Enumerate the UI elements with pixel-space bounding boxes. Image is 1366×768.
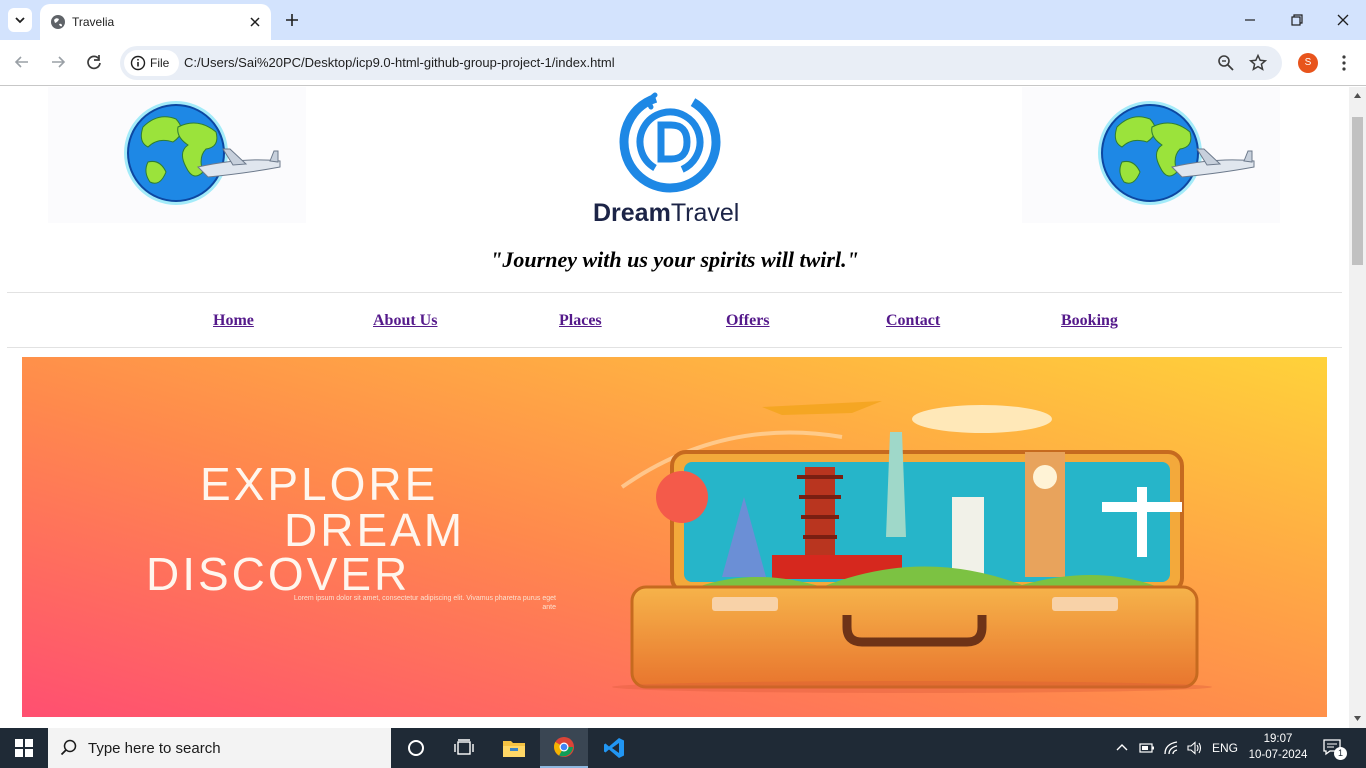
bookmark-star-icon[interactable]	[1248, 53, 1268, 73]
globe-icon	[124, 101, 281, 205]
nav-link-home[interactable]: Home	[213, 312, 254, 330]
reload-icon[interactable]	[84, 52, 104, 72]
tagline: "Journey with us your spirits will twirl…	[490, 247, 859, 272]
address-bar[interactable]: File C:/Users/Sai%20PC/Desktop/icp9.0-ht…	[120, 46, 1282, 80]
new-tab-plus-icon[interactable]	[282, 10, 302, 30]
chrome-taskbar-button[interactable]	[540, 728, 588, 768]
tab-search-button[interactable]	[8, 8, 32, 32]
nav-link-booking[interactable]: Booking	[1061, 312, 1118, 330]
close-tab-icon[interactable]	[247, 14, 263, 30]
vscode-taskbar-button[interactable]	[590, 728, 638, 768]
taskbar-search-box[interactable]: Type here to search	[48, 728, 391, 768]
banner-line-discover: DISCOVER	[146, 548, 411, 600]
zoom-icon[interactable]	[1216, 53, 1236, 73]
browser-toolbar: File C:/Users/Sai%20PC/Desktop/icp9.0-ht…	[0, 40, 1366, 86]
url-text[interactable]: C:/Users/Sai%20PC/Desktop/icp9.0-html-gi…	[184, 55, 615, 71]
nav-link-contact[interactable]: Contact	[886, 312, 940, 330]
travel-suitcase-illustration	[22, 357, 1327, 717]
info-icon	[130, 55, 146, 71]
notification-center-button[interactable]: 1	[1322, 738, 1347, 760]
language-indicator[interactable]: ENG	[1212, 741, 1238, 755]
windows-logo-icon	[15, 739, 33, 757]
windows-taskbar: Type here to search ENG 19:07 10-07-2024…	[0, 728, 1366, 768]
scroll-up-arrow-icon[interactable]	[1353, 91, 1362, 100]
search-icon	[60, 739, 77, 756]
folder-icon	[503, 741, 525, 757]
chrome-icon	[554, 737, 574, 757]
notification-count-badge: 1	[1334, 747, 1347, 760]
back-arrow-icon[interactable]	[12, 52, 32, 72]
clock-date: 10-07-2024	[1248, 749, 1308, 761]
divider-top	[7, 292, 1342, 293]
task-view-icon	[454, 739, 474, 755]
more-menu-icon[interactable]	[1334, 53, 1354, 73]
task-view-button[interactable]	[440, 728, 488, 768]
restore-window-icon[interactable]	[1285, 8, 1309, 32]
chevron-down-icon	[15, 17, 25, 24]
logo-bold-text: Dream	[593, 199, 671, 227]
start-button[interactable]	[0, 728, 48, 768]
nav-link-places[interactable]: Places	[559, 312, 602, 330]
globe-plane-image-right	[1022, 87, 1280, 223]
logo-light-text: Travel	[670, 199, 740, 227]
banner-small-text: Lorem ipsum dolor sit amet, consectetur …	[293, 595, 556, 611]
profile-avatar[interactable]: S	[1298, 53, 1318, 73]
taskbar-search-placeholder: Type here to search	[88, 740, 221, 757]
nav-link-offers[interactable]: Offers	[726, 312, 770, 330]
clock-time: 19:07	[1263, 733, 1293, 745]
tab-title: Travelia	[72, 15, 115, 29]
globe-icon	[1098, 101, 1255, 205]
nav-link-about-us[interactable]: About Us	[373, 312, 437, 330]
scroll-thumb[interactable]	[1352, 117, 1363, 265]
volume-icon[interactable]	[1186, 740, 1202, 756]
page-viewport: DreamTravel "Journey with us your spirit…	[0, 87, 1349, 728]
cortana-circle-icon	[408, 740, 424, 756]
globe-favicon-icon	[51, 15, 65, 29]
site-info-chip[interactable]: File	[124, 50, 180, 76]
cortana-button[interactable]	[392, 728, 440, 768]
main-nav: Home About Us Places Offers Contact Book…	[0, 312, 1349, 332]
browser-tab-active[interactable]: Travelia	[40, 4, 271, 40]
vscode-icon	[604, 738, 624, 758]
close-window-icon[interactable]	[1331, 8, 1355, 32]
file-explorer-button[interactable]	[490, 728, 538, 768]
show-hidden-icons-chevron-icon[interactable]	[1116, 742, 1128, 754]
divider-bottom	[7, 347, 1342, 348]
battery-icon[interactable]	[1139, 742, 1155, 754]
scroll-down-arrow-icon[interactable]	[1353, 714, 1362, 723]
minimize-window-icon[interactable]	[1238, 8, 1262, 32]
wifi-icon[interactable]	[1163, 740, 1179, 756]
forward-arrow-icon[interactable]	[48, 52, 68, 72]
page-scrollbar[interactable]	[1349, 87, 1366, 728]
hero-banner: EXPLORE DREAM DISCOVER Lorem ipsum dolor…	[22, 357, 1327, 717]
logo-wordmark: DreamTravel	[593, 199, 739, 228]
browser-tab-strip: Travelia	[0, 0, 1366, 40]
globe-plane-image-left	[48, 87, 306, 223]
site-info-label: File	[150, 56, 170, 70]
taskbar-clock[interactable]: 19:07 10-07-2024	[1240, 731, 1316, 763]
